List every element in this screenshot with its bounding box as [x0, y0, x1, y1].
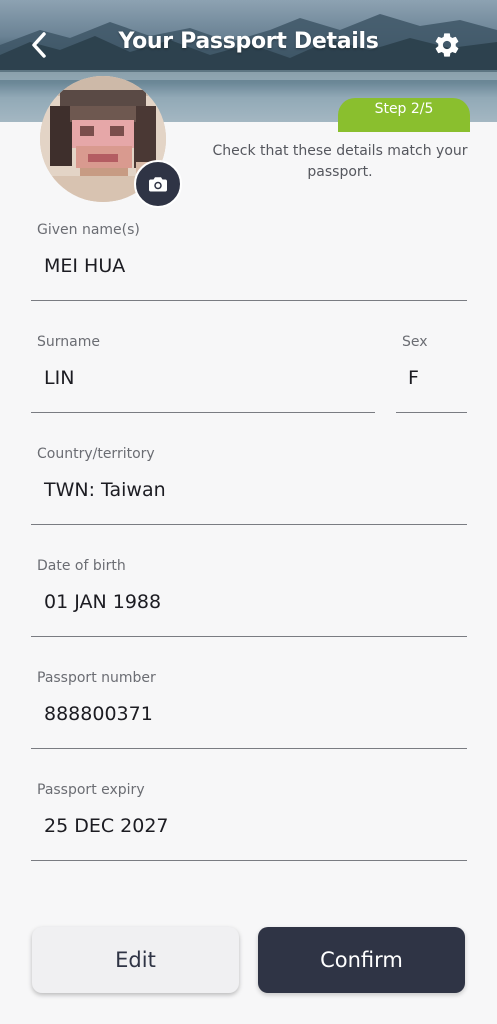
sex-value[interactable]: F	[408, 367, 419, 389]
dob-underline	[31, 636, 467, 637]
gear-icon	[435, 33, 459, 57]
page-title: Your Passport Details	[118, 29, 379, 54]
surname-label: Surname	[37, 334, 100, 350]
sex-label: Sex	[402, 334, 428, 350]
change-photo-button[interactable]	[134, 160, 182, 208]
chevron-left-icon	[32, 32, 46, 58]
instruction-text: Check that these details match your pass…	[212, 143, 468, 180]
passport-expiry-label: Passport expiry	[37, 782, 145, 798]
surname-value[interactable]: LIN	[44, 367, 74, 389]
back-button[interactable]	[22, 28, 56, 62]
dob-value[interactable]: 01 JAN 1988	[44, 591, 161, 613]
camera-icon	[149, 177, 167, 192]
step-badge: Step 2/5	[338, 98, 470, 132]
dob-label: Date of birth	[37, 558, 126, 574]
passport-expiry-value[interactable]: 25 DEC 2027	[44, 815, 169, 837]
passport-number-value[interactable]: 888800371	[44, 703, 153, 725]
given-name-value[interactable]: MEI HUA	[44, 255, 125, 277]
passport-expiry-underline	[31, 860, 467, 861]
country-underline	[31, 524, 467, 525]
settings-button[interactable]	[430, 28, 464, 62]
confirm-button[interactable]: Confirm	[258, 927, 465, 993]
surname-underline	[31, 412, 375, 413]
country-label: Country/territory	[37, 446, 155, 462]
given-name-label: Given name(s)	[37, 222, 140, 238]
edit-button[interactable]: Edit	[32, 927, 239, 993]
country-value[interactable]: TWN: Taiwan	[44, 479, 166, 501]
given-name-underline	[31, 300, 467, 301]
passport-number-underline	[31, 748, 467, 749]
passport-number-label: Passport number	[37, 670, 156, 686]
sex-underline	[396, 412, 467, 413]
